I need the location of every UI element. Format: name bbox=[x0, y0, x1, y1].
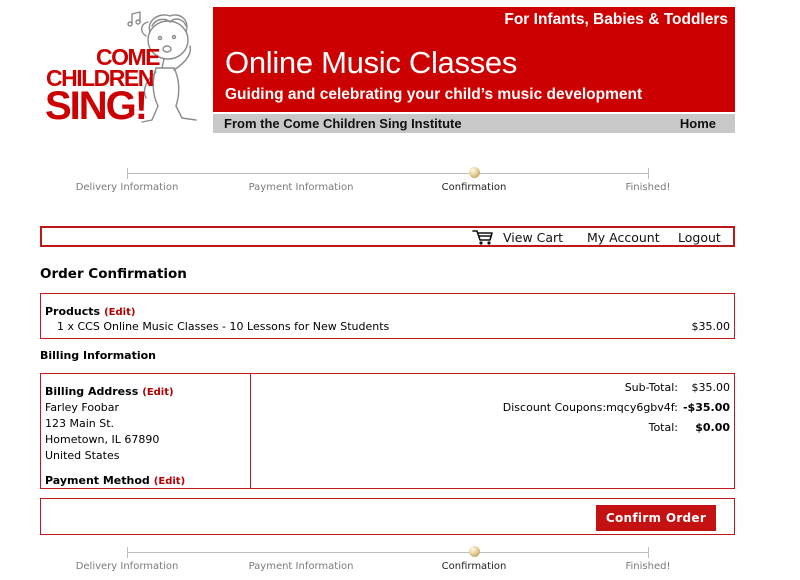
discount-coupon-label: Discount Coupons:mqcy6gbv4f: bbox=[502, 401, 678, 414]
product-line-item: 1 x CCS Online Music Classes - 10 Lesson… bbox=[57, 320, 390, 333]
account-nav-bar: View Cart My Account Logout bbox=[40, 226, 735, 247]
edit-payment-method-link[interactable]: (Edit) bbox=[154, 476, 185, 487]
total-label: Total: bbox=[648, 421, 678, 434]
edit-billing-address-link[interactable]: (Edit) bbox=[142, 387, 173, 398]
step-delivery-information: Delivery Information bbox=[75, 561, 179, 572]
confirm-section: Confirm Order bbox=[40, 498, 735, 535]
step-confirmation: Confirmation bbox=[441, 561, 507, 572]
address-street: 123 Main St. bbox=[45, 417, 115, 430]
total-value: $0.00 bbox=[695, 421, 730, 434]
view-cart-link[interactable]: View Cart bbox=[503, 230, 563, 245]
step-finished: Finished! bbox=[625, 561, 671, 572]
institute-text: From the Come Children Sing Institute bbox=[224, 116, 462, 131]
logo-text-sing: SING! bbox=[45, 84, 148, 128]
banner-tagline: For Infants, Babies & Toddlers bbox=[504, 11, 728, 28]
progress-tick bbox=[648, 168, 649, 179]
billing-information-heading: Billing Information bbox=[40, 349, 156, 362]
logout-link[interactable]: Logout bbox=[678, 230, 721, 245]
confirm-order-button[interactable]: Confirm Order bbox=[596, 505, 716, 531]
address-name: Farley Foobar bbox=[45, 401, 120, 414]
progress-tick bbox=[648, 547, 649, 558]
payment-method-header: Payment Method (Edit) bbox=[45, 469, 185, 488]
progress-line bbox=[127, 173, 648, 174]
subtotal-label: Sub-Total: bbox=[624, 381, 678, 394]
billing-divider bbox=[250, 374, 251, 488]
checkout-progress-bottom: Delivery Information Payment Information… bbox=[40, 546, 735, 576]
subtotal-value: $35.00 bbox=[691, 381, 731, 394]
shopping-cart-icon[interactable] bbox=[472, 229, 494, 249]
payment-method-heading: Payment Method bbox=[45, 474, 150, 487]
discount-coupon-value: -$35.00 bbox=[682, 401, 730, 414]
progress-tick bbox=[127, 168, 128, 179]
address-city: Hometown, IL 67890 bbox=[45, 433, 160, 446]
products-section: Products (Edit) 1 x CCS Online Music Clas… bbox=[40, 293, 735, 339]
progress-tick bbox=[127, 547, 128, 558]
step-payment-information: Payment Information bbox=[248, 561, 354, 572]
progress-current-marker bbox=[469, 546, 480, 557]
banner-subtitle: Guiding and celebrating your child’s mus… bbox=[225, 86, 643, 103]
institute-bar: From the Come Children Sing Institute Ho… bbox=[213, 114, 735, 133]
billing-address-heading: Billing Address bbox=[45, 385, 139, 398]
page-title: Order Confirmation bbox=[40, 266, 187, 282]
logo[interactable]: COME CHILDREN SING! bbox=[40, 10, 210, 128]
home-link[interactable]: Home bbox=[680, 116, 716, 131]
billing-address-header: Billing Address (Edit) bbox=[45, 380, 174, 399]
edit-products-link[interactable]: (Edit) bbox=[104, 307, 135, 318]
step-delivery-information: Delivery Information bbox=[75, 182, 179, 193]
products-heading: Products bbox=[45, 305, 101, 318]
progress-line bbox=[127, 552, 648, 553]
address-country: United States bbox=[45, 449, 120, 462]
step-payment-information: Payment Information bbox=[248, 182, 354, 193]
checkout-progress-top: Delivery Information Payment Information… bbox=[40, 167, 735, 197]
progress-current-marker bbox=[469, 167, 480, 178]
step-confirmation: Confirmation bbox=[441, 182, 507, 193]
banner-title: Online Music Classes bbox=[225, 45, 518, 80]
products-header: Products (Edit) bbox=[45, 300, 135, 319]
header-banner: For Infants, Babies & Toddlers Online Mu… bbox=[213, 7, 735, 112]
step-finished: Finished! bbox=[625, 182, 671, 193]
billing-section: Billing Address (Edit) Farley Foobar 123 … bbox=[40, 373, 735, 489]
my-account-link[interactable]: My Account bbox=[587, 230, 660, 245]
product-price: $35.00 bbox=[691, 320, 731, 333]
